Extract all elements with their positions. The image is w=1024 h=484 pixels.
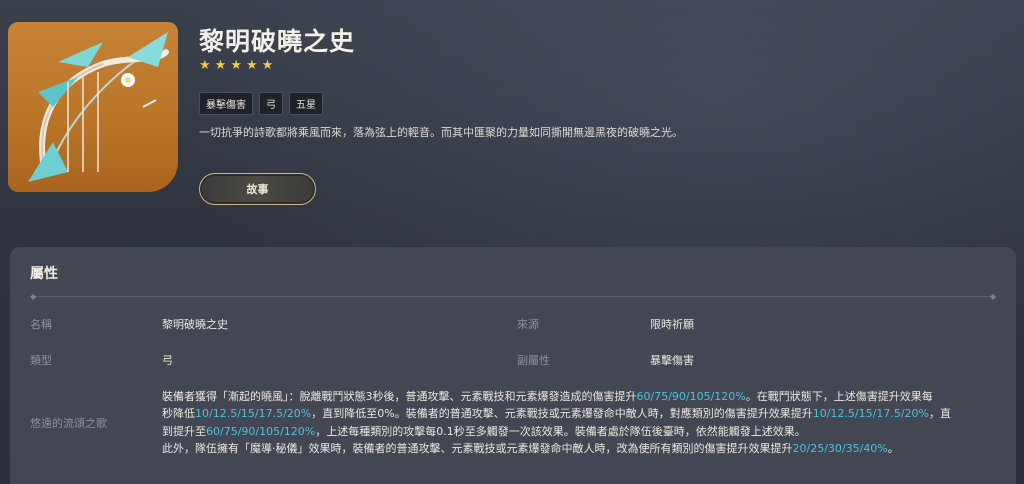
weapon-icon [8, 22, 178, 192]
tag-rarity: 五星 [289, 92, 323, 115]
bow-illustration [28, 32, 169, 182]
effect-text: 此外，隊伍擁有「魔導·秘儀」效果時，裝備者的普通攻擊、元素戰技或元素爆發命中敵人… [162, 442, 793, 456]
name-value: 黎明破曉之史 [162, 318, 228, 331]
effect-text: 裝備者獲得「漸起的曉風」：脫離戰鬥狀態3秒後，普通攻擊、元素戰技和元素爆發造成的… [162, 390, 637, 403]
substat-label: 副屬性 [517, 354, 550, 367]
divider-left-icon: ◆ [30, 292, 37, 301]
passive-effect-text: 裝備者獲得「漸起的曉風」：脫離戰鬥狀態3秒後，普通攻擊、元素戰技和元素爆發造成的… [162, 388, 997, 458]
weapon-tags: 暴擊傷害 弓 五星 [199, 92, 323, 115]
effect-highlight: 20/25/30/35/40% [792, 442, 888, 456]
effect-highlight: 10/12.5/15/17.5/20% [195, 407, 312, 421]
weapon-description: 一切抗爭的詩歌都將乘風而來，落為弦上的輕音。而其中匯聚的力量如同撕開無邊黑夜的破… [199, 126, 683, 139]
effect-text: ，直 [928, 407, 951, 421]
tag-substat: 暴擊傷害 [199, 92, 253, 115]
type-value: 弓 [162, 354, 173, 367]
name-label: 名稱 [30, 318, 52, 331]
star-icon: ★ [230, 58, 242, 73]
weapon-title: 黎明破曉之史 [199, 27, 356, 56]
star-icon: ★ [199, 58, 211, 73]
star-icon: ★ [261, 58, 274, 73]
effect-highlight: 10/12.5/15/17.5/20% [812, 407, 929, 421]
substat-value: 暴擊傷害 [650, 354, 694, 367]
effect-text: ，上述每種類別的攻擊每0.1秒至多觸發一次該效果。裝備者處於隊伍後臺時，依然能觸… [315, 424, 806, 438]
source-label: 來源 [517, 318, 539, 331]
divider: ◆ ◆ [30, 293, 996, 301]
tag-weapon-type: 弓 [259, 92, 283, 115]
effect-highlight: 60/75/90/105/120% [636, 390, 746, 403]
effect-text: ，直到降低至0%。裝備者的普通攻擊、元素戰技或元素爆發命中敵人時，對應類別的傷害… [311, 407, 813, 421]
effect-text: 。 [887, 442, 899, 456]
star-icon: ★ [245, 58, 258, 73]
star-icon: ★ [214, 58, 227, 73]
source-value: 限時祈願 [650, 318, 694, 331]
effect-text: 。在戰鬥狀態下，上述傷害提升效果每 [745, 390, 933, 403]
divider-right-icon: ◆ [989, 292, 996, 301]
attributes-panel: 屬性 ◆ ◆ 名稱 黎明破曉之史 來源 限時祈願 類型 弓 副屬性 暴擊傷害 悠… [10, 247, 1016, 484]
passive-label: 悠遠的流頌之歌 [30, 417, 107, 430]
rarity-stars: ★ ★ ★ ★ ★ [199, 59, 273, 72]
effect-text: 秒降低 [162, 407, 195, 421]
type-label: 類型 [30, 354, 52, 367]
effect-text: 到提升至 [162, 424, 206, 438]
attributes-heading: 屬性 [30, 266, 58, 282]
effect-highlight: 60/75/90/105/120% [206, 424, 316, 438]
story-button[interactable]: 故事 [199, 173, 316, 205]
